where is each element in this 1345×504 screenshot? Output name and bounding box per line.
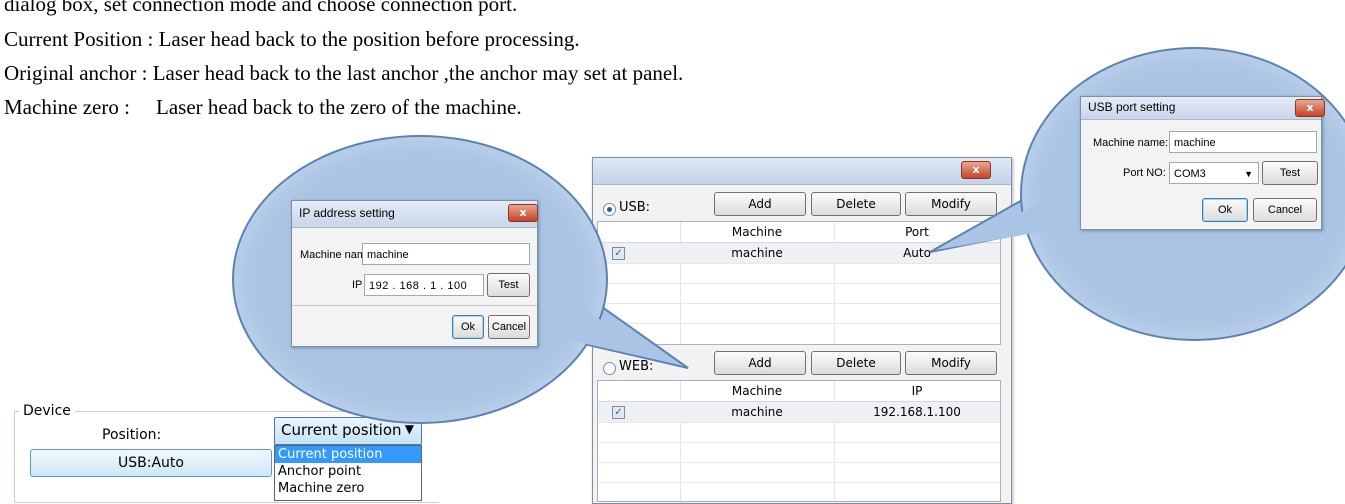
usb-port-label: Port NO: [1123, 167, 1166, 179]
close-icon[interactable]: x [508, 204, 538, 222]
position-combobox-value: Current position [281, 421, 402, 439]
usb-auto-button-label: USB:Auto [118, 455, 184, 471]
ip-dialog-titlebar: IP address setting [292, 201, 537, 228]
ip-dialog-divider [292, 305, 537, 306]
ip-address-input[interactable]: 192 . 168 . 1 . 100 [364, 274, 484, 296]
usb-dialog-title: USB port setting [1088, 100, 1176, 114]
table-row-empty [598, 442, 1000, 463]
usb-cancel-button[interactable]: Cancel [1253, 198, 1317, 222]
ip-ok-button[interactable]: Ok [452, 315, 484, 339]
ip-octet-2: 168 [399, 280, 420, 292]
doc-line-original-anchor: Original anchor : Laser head back to the… [4, 61, 684, 85]
doc-line-machine-zero-label: Machine zero : [4, 95, 130, 119]
doc-line-current-position: Current Position : Laser head back to th… [4, 27, 580, 51]
ip-test-button[interactable]: Test [487, 273, 530, 297]
chevron-down-icon: ▼ [1244, 169, 1253, 179]
ip-label: IP [352, 279, 363, 291]
ip-cancel-button[interactable]: Cancel [488, 315, 530, 339]
close-icon[interactable]: x [961, 161, 991, 179]
position-dropdown-list: Current position Anchor point Machine ze… [274, 445, 422, 501]
table-row-empty [598, 462, 1000, 483]
chevron-down-icon: ▼ [404, 422, 414, 436]
usb-machine-name-label: Machine name: [1093, 137, 1169, 149]
doc-line-machine-zero-text: Laser head back to the zero of the machi… [156, 95, 522, 119]
usb-add-button[interactable]: Add [714, 192, 806, 216]
usb-port-select-value: COM3 [1174, 168, 1206, 180]
usb-auto-button[interactable]: USB:Auto [30, 449, 272, 477]
usb-port-select[interactable]: COM3 ▼ [1169, 162, 1259, 184]
web-delete-button[interactable]: Delete [811, 351, 901, 375]
position-label: Position: [102, 427, 162, 443]
dropdown-option-current-position[interactable]: Current position [275, 446, 421, 463]
ip-dialog-title: IP address setting [299, 206, 395, 220]
web-col-ip: IP [911, 384, 923, 398]
usb-machine-name-input[interactable]: machine [1169, 131, 1317, 153]
ip-octet-1: 192 [369, 280, 389, 292]
ip-octet-4: 100 [447, 280, 468, 292]
dropdown-option-machine-zero[interactable]: Machine zero [275, 480, 421, 497]
ip-octet-3: 1 [430, 280, 437, 292]
ip-machine-name-input[interactable]: machine [362, 243, 530, 265]
usb-ok-button[interactable]: Ok [1202, 198, 1248, 222]
ip-address-dialog: IP address setting x Machine name: machi… [291, 200, 538, 347]
web-row-ip: 192.168.1.100 [873, 405, 961, 419]
device-group-label: Device [19, 403, 75, 419]
web-modify-button[interactable]: Modify [905, 351, 997, 375]
usb-delete-button[interactable]: Delete [811, 192, 901, 216]
doc-line-0: dialog box, set connection mode and choo… [4, 0, 518, 16]
usb-port-dialog: USB port setting x Machine name: machine… [1080, 96, 1325, 230]
usb-dialog-titlebar: USB port setting [1081, 97, 1321, 120]
dropdown-option-anchor-point[interactable]: Anchor point [275, 463, 421, 480]
usb-test-button[interactable]: Test [1262, 161, 1318, 185]
close-icon[interactable]: x [1295, 99, 1325, 117]
table-row-empty [598, 422, 1000, 443]
web-add-button[interactable]: Add [714, 351, 806, 375]
